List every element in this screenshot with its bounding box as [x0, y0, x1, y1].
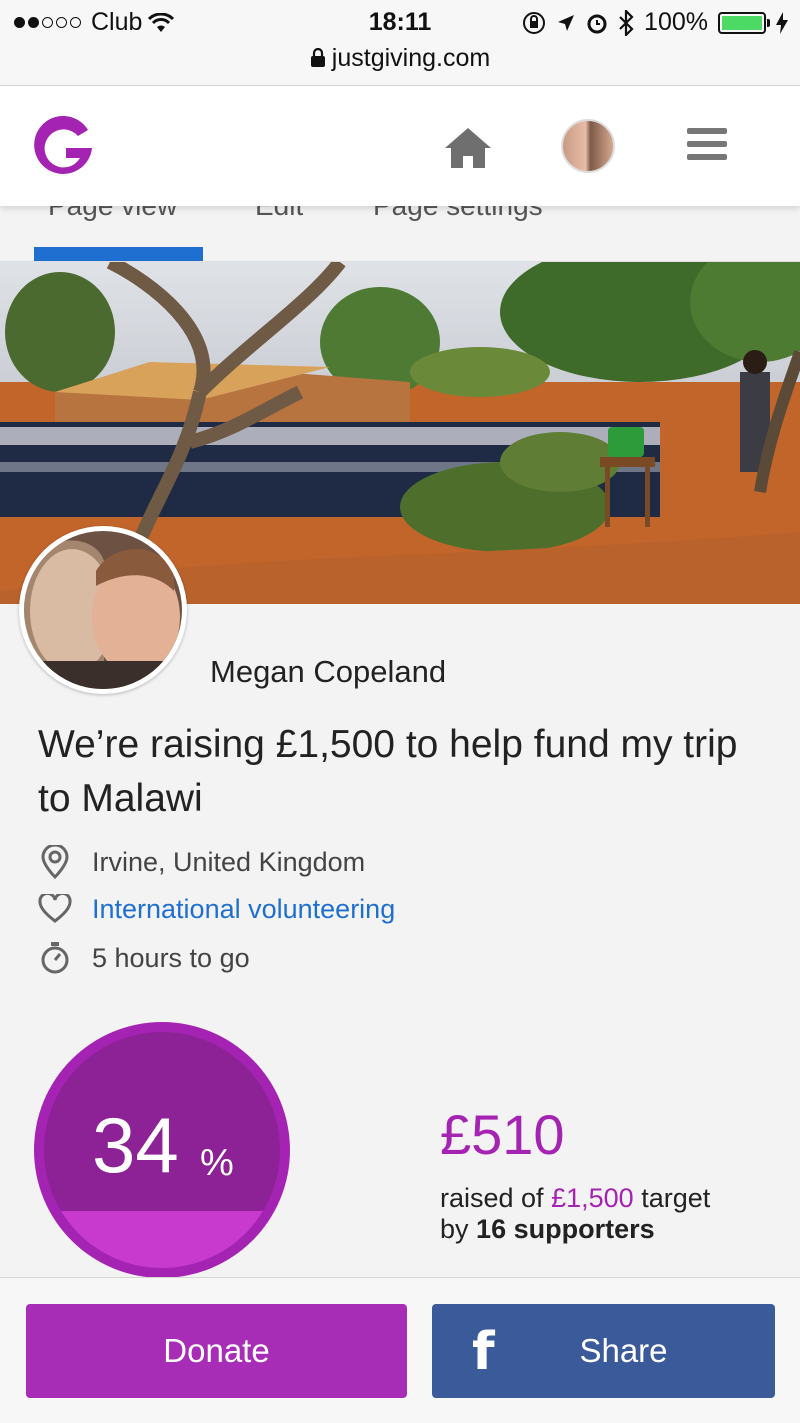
- location-icon: [558, 14, 575, 31]
- deadline-row: 5 hours to go: [38, 941, 250, 975]
- fundraiser-avatar: [19, 526, 187, 694]
- location-row: Irvine, United Kingdom: [38, 845, 365, 879]
- by-label: by: [440, 1214, 469, 1244]
- active-tab-indicator: [34, 247, 203, 261]
- raised-of-label: raised of: [440, 1183, 544, 1213]
- page-headline: We’re raising £1,500 to help fund my tri…: [38, 723, 738, 820]
- url-text: justgiving.com: [331, 44, 491, 72]
- target-summary: raised of £1,500 target by 16 supporters: [440, 1183, 710, 1245]
- target-suffix: target: [641, 1183, 711, 1213]
- progress-percent: 34: [92, 1101, 179, 1189]
- stopwatch-icon: [38, 941, 72, 975]
- location-text: Irvine, United Kingdom: [92, 846, 366, 877]
- donate-label: Donate: [163, 1332, 270, 1369]
- supporter-count: 16 supporters: [476, 1214, 655, 1244]
- tab-page-view[interactable]: Page view: [48, 206, 177, 222]
- cause-row: International volunteering: [38, 892, 395, 926]
- justgiving-logo[interactable]: [30, 115, 96, 183]
- time-left-text: 5 hours to go: [92, 942, 250, 973]
- status-icons: 100%: [522, 8, 788, 37]
- share-label: Share: [579, 1332, 668, 1369]
- battery-percent: 100%: [644, 8, 708, 36]
- app-header: [0, 86, 800, 206]
- cause-link[interactable]: International volunteering: [92, 894, 395, 925]
- fundraiser-name: Megan Copeland: [210, 654, 447, 689]
- facebook-share-button[interactable]: f Share: [432, 1304, 775, 1398]
- home-icon[interactable]: [443, 126, 493, 175]
- status-bar: Club 18:11 100% justgiving.com: [0, 0, 800, 86]
- justgiving-logo-icon: [34, 115, 92, 174]
- charging-icon: [776, 11, 788, 34]
- heart-icon: [38, 892, 72, 926]
- rotation-lock-icon: [523, 11, 546, 34]
- action-bar: Donate f Share: [0, 1277, 800, 1423]
- location-pin-icon: [38, 845, 72, 879]
- facebook-icon: f: [472, 1322, 495, 1382]
- tab-edit[interactable]: Edit: [255, 206, 303, 222]
- donate-button[interactable]: Donate: [26, 1304, 407, 1398]
- target-amount: £1,500: [551, 1183, 634, 1213]
- address-bar[interactable]: justgiving.com: [0, 44, 800, 73]
- tab-page-settings[interactable]: Page settings: [373, 206, 543, 222]
- lock-icon: [310, 47, 325, 67]
- progress-fill: [44, 1211, 280, 1268]
- bluetooth-icon: [619, 9, 634, 36]
- hamburger-menu-icon[interactable]: [687, 128, 727, 167]
- user-avatar[interactable]: [561, 119, 615, 173]
- battery-icon: [718, 11, 770, 34]
- progress-percent-sign: %: [200, 1142, 234, 1184]
- amount-raised: £510: [440, 1103, 565, 1166]
- alarm-icon: [587, 14, 607, 33]
